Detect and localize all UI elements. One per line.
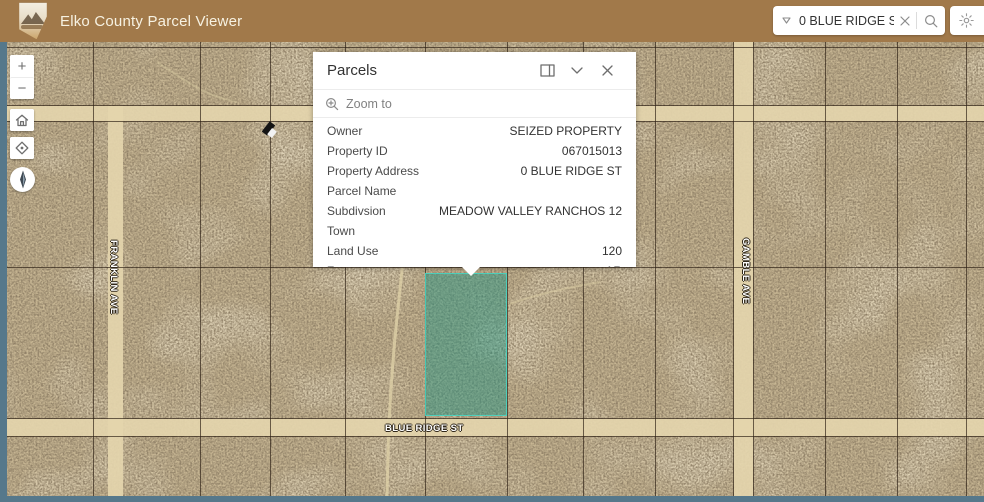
parcel-line [7,436,984,437]
popup-field-row: Parcel Name [313,181,636,201]
field-value: MEADOW VALLEY RANCHOS 12 [439,204,622,218]
zoom-to-label: Zoom to [346,97,392,111]
parcel-line [825,42,826,496]
field-value: 120 [602,244,622,258]
elko-county-logo-icon [18,2,48,40]
field-label: Land Use [327,244,378,258]
zoom-control: + − [10,55,34,99]
parcel-line [270,42,271,496]
popup-field-row: Subdivsion MEADOW VALLEY RANCHOS 12 [313,201,636,221]
home-control [10,109,34,131]
field-label: Parcel Name [327,184,396,198]
search-sources-dropdown[interactable] [773,6,799,35]
parcel-line [655,42,656,496]
popup-field-row: Property ID 067015013 [313,141,636,161]
compass-button[interactable] [10,167,35,192]
field-label: Zone [327,264,354,267]
close-button[interactable] [592,57,622,85]
home-icon [15,114,29,127]
parcel-popup: Parcels [313,52,636,267]
map-canvas[interactable]: FRANKLIN AVE GAMBLE AVE BLUE RIDGE ST + … [7,42,984,496]
street-label-gamble-ave: GAMBLE AVE [740,238,751,304]
search-widget [773,6,945,35]
parcel-line [733,42,734,496]
search-submit-button[interactable] [917,6,945,35]
dock-icon [540,64,555,77]
field-label: Subdivsion [327,204,386,218]
collapse-button[interactable] [562,57,592,85]
field-value: 0 BLUE RIDGE ST [521,164,622,178]
selected-parcel-highlight[interactable] [425,273,507,416]
zoom-to-icon [325,97,339,111]
close-icon [602,65,613,76]
sun-icon [959,13,974,28]
field-value: AR [605,264,622,267]
parcel-line [7,418,984,419]
locate-button[interactable] [10,137,34,159]
locate-control [10,137,34,159]
street-label-blue-ridge-st: BLUE RIDGE ST [385,423,464,434]
app-header: Elko County Parcel Viewer [0,0,984,42]
parcel-line [7,47,984,48]
page-title: Elko County Parcel Viewer [60,13,242,30]
loading-widget-button[interactable] [950,6,984,35]
field-label: Town [327,224,355,238]
zoom-out-button[interactable]: − [10,77,34,99]
app-window: FRANKLIN AVE GAMBLE AVE BLUE RIDGE ST + … [0,0,984,502]
zoom-in-button[interactable]: + [10,55,34,77]
compass-needle-icon [17,170,29,189]
parcel-line [966,42,967,496]
field-label: Property Address [327,164,419,178]
popup-field-row: Land Use 120 [313,241,636,261]
popup-field-row: Owner SEIZED PROPERTY [313,121,636,141]
field-value: 067015013 [562,144,622,158]
chevron-down-icon [571,67,583,74]
parcel-line [753,42,754,496]
logo-ribbon-art [21,25,43,29]
popup-header: Parcels [313,52,636,89]
popup-field-row: Property Address 0 BLUE RIDGE ST [313,161,636,181]
triangle-down-icon [782,17,791,24]
field-label: Property ID [327,144,388,158]
popup-title: Parcels [327,62,532,79]
street-label-franklin-ave: FRANKLIN AVE [108,240,119,314]
popup-field-row: Town [313,221,636,241]
field-label: Owner [327,124,362,138]
popup-fields: Owner SEIZED PROPERTY Property ID 067015… [313,118,636,267]
popup-pointer [462,267,480,276]
parcel-line [93,42,94,496]
search-clear-button[interactable] [894,6,916,35]
field-value: SEIZED PROPERTY [510,124,622,138]
locate-icon [15,141,29,155]
clear-x-icon [900,16,910,26]
logo-mountain-art [21,12,45,24]
search-icon [924,14,938,28]
search-input[interactable] [799,14,894,28]
parcel-line [200,42,201,496]
zoom-to-action[interactable]: Zoom to [313,89,636,118]
dock-button[interactable] [532,57,562,85]
parcel-line [897,42,898,496]
home-button[interactable] [10,109,34,131]
parcel-line [7,267,984,268]
